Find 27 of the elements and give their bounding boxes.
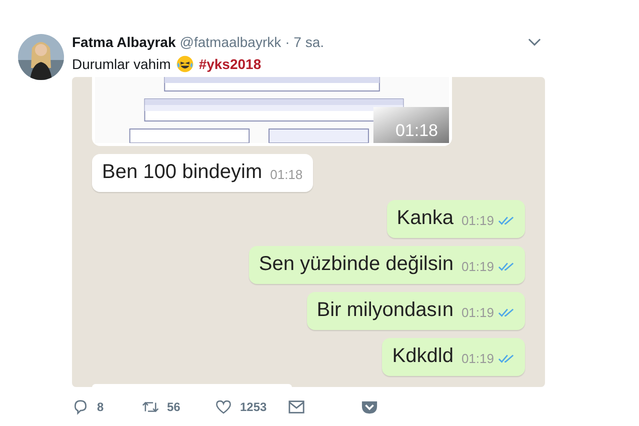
chevron-icon[interactable] — [528, 38, 541, 46]
heart-icon[interactable] — [215, 399, 232, 415]
message-time: 01:19 — [461, 259, 494, 276]
message-time: 01:19 — [461, 305, 494, 322]
action-count: 1253 — [240, 400, 267, 414]
message-time: 01:18 — [270, 167, 303, 184]
tweet-text: Durumlar vahim — [72, 56, 171, 72]
laughing-face-icon — [176, 55, 194, 73]
message-text: Bir milyondasın — [316, 299, 454, 322]
hashtag-link[interactable]: #yks2018 — [198, 56, 262, 72]
message-text: Kanka — [396, 207, 454, 230]
message-time: 01:18 — [395, 121, 438, 141]
author-name[interactable]: Fatma Albayrak — [72, 34, 176, 50]
message-time: 01:19 — [461, 213, 494, 230]
message-text: Sen yüzbinde değilsin — [258, 253, 454, 276]
author-handle[interactable]: @fatmaalbayrkk — [180, 34, 282, 50]
pocket-icon[interactable] — [361, 399, 378, 415]
message-text: Kdkdld — [392, 345, 454, 368]
message-text: Ben 100 bindeyim — [102, 161, 262, 184]
message-time: 01:19 — [461, 351, 494, 368]
reply-icon[interactable] — [72, 399, 89, 415]
image-message[interactable]: 01:18 — [92, 77, 452, 146]
tweet-time[interactable]: · 7 sa. — [285, 34, 324, 50]
retweet-icon[interactable] — [142, 399, 159, 415]
envelope-icon[interactable] — [288, 399, 305, 415]
action-count: 8 — [97, 400, 104, 414]
action-count: 56 — [167, 400, 180, 414]
